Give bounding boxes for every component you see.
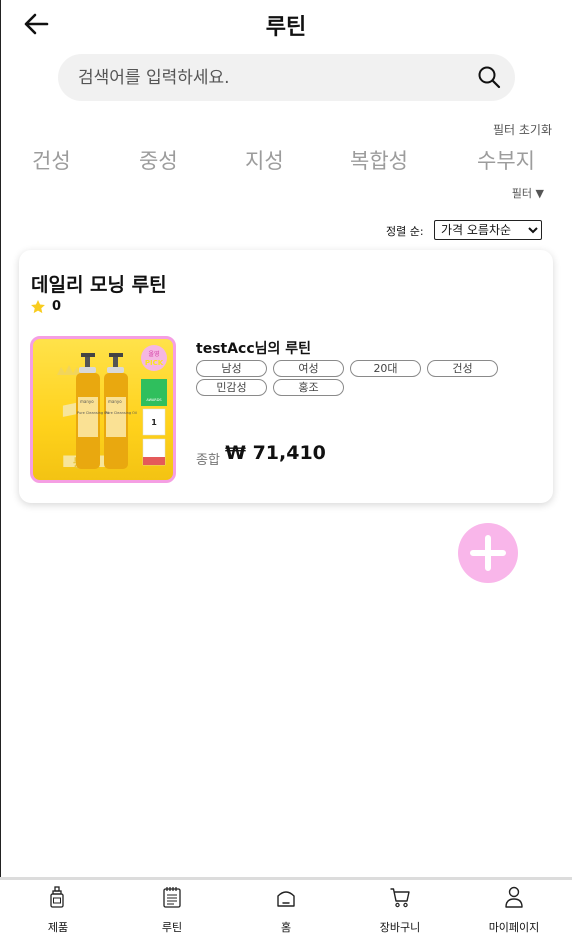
award-card-2-stripe [143, 457, 165, 465]
tab-normal[interactable]: 중성 [139, 145, 178, 175]
nav-item-cart[interactable]: 장바구니 [343, 880, 457, 938]
routine-icon [163, 887, 181, 908]
nav-item-products[interactable]: 제품 [1, 880, 115, 938]
sort-label: 정렬 순: [386, 225, 424, 238]
star-icon [31, 300, 45, 314]
sort-select[interactable]: 가격 오름차순 [434, 220, 542, 240]
home-icon [277, 891, 295, 907]
badge-bottom-text: PICK [145, 359, 164, 367]
tag-chip: 여성 [273, 360, 344, 377]
routine-card[interactable]: 데일리 모닝 루틴 0 1 등 [19, 250, 553, 503]
nav-item-home[interactable]: 홈 [229, 880, 343, 938]
rating-count: 0 [52, 299, 62, 314]
bottom-nav: 제품 루틴 홈 장바구니 마이페이지 [0, 877, 572, 938]
nav-label-routine: 루틴 [161, 921, 183, 934]
nav-label-products: 제품 [47, 921, 69, 934]
nav-label-mypage: 마이페이지 [488, 921, 540, 934]
tab-combination[interactable]: 복합성 [350, 145, 408, 175]
filter-reset-button[interactable]: 필터 초기화 [493, 121, 552, 138]
bottle-brand-left: manyo [80, 399, 94, 404]
award-panel-text: AWARDS [146, 398, 162, 402]
page-title: 루틴 [265, 15, 307, 40]
cart-icon [390, 888, 410, 908]
filter-toggle-button[interactable]: 필터 ▼ [512, 185, 544, 201]
tab-dry[interactable]: 건성 [32, 145, 71, 175]
total-price: ₩ 71,410 [225, 442, 326, 464]
total-label: 종합 [196, 453, 220, 468]
tag-chip: 홍조 [273, 379, 344, 396]
tab-oily[interactable]: 지성 [245, 145, 284, 175]
nav-item-routine[interactable]: 루틴 [115, 880, 229, 938]
tag-chip: 건성 [427, 360, 498, 377]
crown-icon [57, 365, 81, 375]
search-icon[interactable] [477, 65, 501, 89]
tag-chip: 민감성 [196, 379, 267, 396]
product-icon [50, 886, 64, 908]
tag-chip: 남성 [196, 360, 267, 377]
bottle-label-right: Pure Cleansing Oil [105, 411, 137, 415]
tag-chip: 20대 [350, 360, 421, 377]
add-routine-button[interactable] [458, 523, 518, 583]
search-input[interactable] [78, 54, 468, 101]
header: 루틴 [0, 0, 572, 48]
bottle-brand-right: manyo [108, 399, 122, 404]
user-icon [505, 886, 523, 908]
plus-icon [470, 535, 506, 571]
badge-top-text: 올영 [148, 350, 159, 358]
routine-owner: testAcc님의 루틴 [196, 341, 312, 357]
nav-label-home: 홈 [280, 921, 292, 934]
pick-badge [141, 345, 167, 371]
award-card-1-rank: 1 [151, 418, 157, 427]
left-edge-line [0, 0, 1, 938]
skin-type-tabs: 건성 중성 지성 복합성 수부지 [0, 145, 572, 177]
routine-title: 데일리 모닝 루틴 [31, 274, 167, 296]
nav-item-mypage[interactable]: 마이페이지 [457, 880, 571, 938]
tab-dehydrated-oily[interactable]: 수부지 [477, 145, 535, 175]
search-bar [58, 54, 515, 101]
product-image: 1 등 manyo manyo Pure Cleansing [53, 345, 167, 480]
product-thumbnail[interactable]: 1 등 manyo manyo Pure Cleansing [30, 336, 176, 483]
nav-label-cart: 장바구니 [379, 921, 421, 934]
